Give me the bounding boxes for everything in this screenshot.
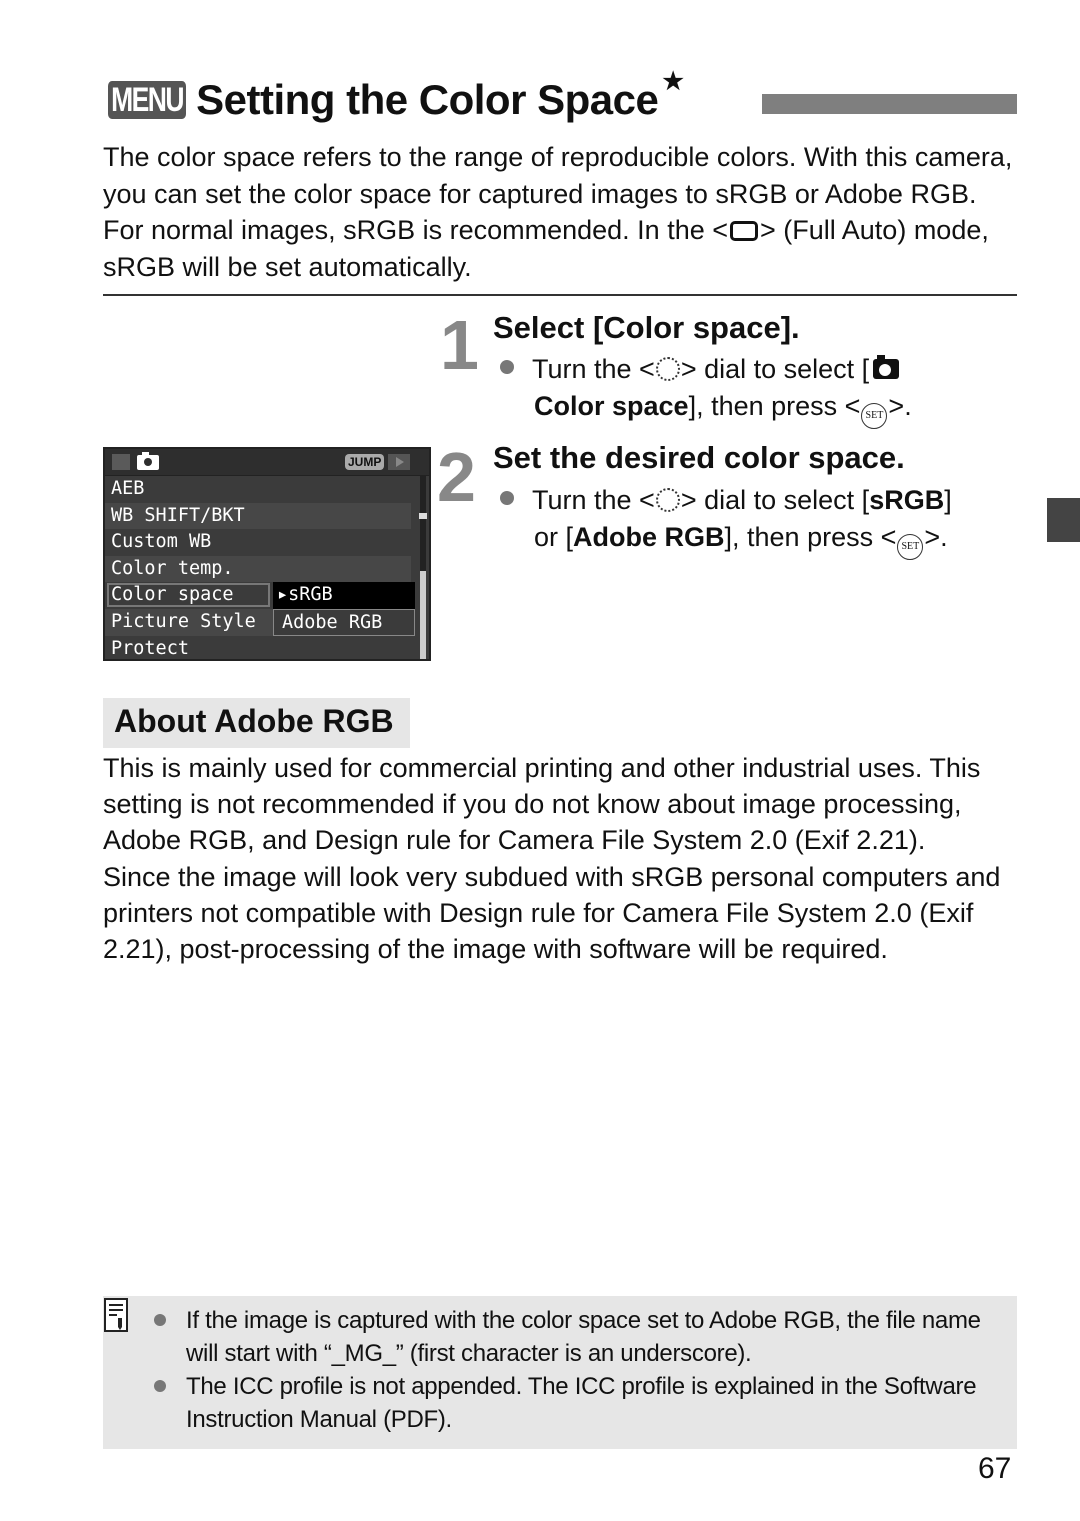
text: > dial to select [ — [680, 354, 870, 384]
step-1-instruction: Turn the < > dial to select [ Color space… — [500, 351, 980, 429]
lcd-item-label: WB SHIFT/BKT — [111, 504, 245, 526]
bullet-icon — [154, 1314, 166, 1326]
tab-indicator-icon — [112, 454, 130, 470]
divider — [103, 294, 1017, 296]
jump-button-icon: JUMP — [345, 454, 385, 470]
bullet-icon — [500, 360, 514, 374]
about-paragraph-2: Since the image will look very subdued w… — [103, 861, 1001, 965]
about-body: This is mainly used for commercial print… — [103, 750, 1023, 967]
main-dial-icon — [655, 488, 680, 512]
lcd-menu-item: WB SHIFT/BKT — [105, 502, 411, 530]
step-title-2: Set the desired color space. — [493, 440, 905, 475]
lcd-menu-item: Protect — [105, 636, 411, 663]
shooting-tab-camera-icon — [137, 452, 159, 470]
star-icon: ★ — [662, 68, 684, 95]
camera-icon — [873, 355, 900, 379]
text: Turn the < — [532, 354, 655, 384]
lcd-menu-item: Custom WB — [105, 529, 411, 556]
lcd-menu-item: Color temp. — [105, 555, 411, 583]
lcd-item-label: Custom WB — [111, 531, 212, 553]
scroll-marker — [419, 513, 427, 519]
bullet-icon — [154, 1380, 166, 1392]
text: > dial to select [ — [680, 485, 870, 515]
step-2-instruction: Turn the < > dial to select [sRGB] or [Ad… — [500, 482, 1020, 560]
selection-highlight — [107, 583, 270, 608]
set-button-icon: SET — [861, 403, 888, 429]
bold-text: Color space — [534, 391, 689, 421]
note-text: The ICC profile is not appended. The ICC… — [186, 1373, 977, 1433]
text: or [ — [534, 522, 574, 552]
lcd-scrollbar — [419, 475, 427, 659]
lcd-tab-bar: JUMP — [105, 449, 429, 476]
note-item: If the image is captured with the color … — [152, 1304, 992, 1370]
text: Turn the < — [532, 485, 655, 515]
lcd-menu-item: Picture Style Adobe RGB — [105, 608, 415, 636]
title-text: Setting the Color Space ★ — [196, 68, 684, 124]
set-button-icon: SET — [897, 534, 924, 560]
step-number-1: 1 — [440, 306, 479, 384]
scroll-thumb — [420, 571, 426, 659]
note-text: If the image is captured with the color … — [186, 1307, 981, 1367]
lcd-menu-item: AEB — [105, 476, 411, 503]
lcd-item-label: Protect — [111, 637, 189, 659]
bold-text: sRGB — [869, 485, 945, 515]
menu-icon: MENU — [108, 81, 187, 119]
step-number-2: 2 — [437, 438, 476, 516]
intro-paragraph: The color space refers to the range of r… — [103, 139, 1023, 285]
chapter-tab-marker — [1047, 498, 1080, 542]
bullet-icon — [500, 491, 514, 505]
title-label: Setting the Color Space — [196, 76, 659, 123]
lcd-menu-item-selected: Color space ▸sRGB — [105, 582, 415, 609]
text: >. — [888, 391, 912, 421]
main-dial-icon — [655, 357, 680, 381]
memo-icon — [104, 1298, 128, 1332]
lcd-item-label: AEB — [111, 478, 145, 499]
lcd-item-label: Picture Style — [111, 610, 256, 632]
title-decoration-bar — [762, 94, 1017, 114]
full-auto-icon — [730, 221, 758, 241]
lcd-option: Adobe RGB — [273, 608, 415, 636]
text: ], then press < — [688, 391, 861, 421]
note-item: The ICC profile is not appended. The ICC… — [152, 1370, 992, 1436]
camera-menu-screenshot: JUMP AEB WB SHIFT/BKT Custom WB Color te… — [103, 447, 431, 661]
page-title: MENU Setting the Color Space ★ — [108, 68, 684, 126]
note-list: If the image is captured with the color … — [152, 1304, 992, 1436]
lcd-option-selected: ▸sRGB — [273, 582, 415, 609]
text: ], then press < — [724, 522, 897, 552]
lcd-item-label: Color temp. — [111, 557, 234, 579]
playback-tab-icon — [388, 454, 410, 470]
bold-text: Adobe RGB — [573, 522, 725, 552]
page-number: 67 — [978, 1452, 1012, 1485]
about-paragraph-1: This is mainly used for commercial print… — [103, 753, 981, 856]
about-heading: About Adobe RGB — [103, 698, 410, 748]
step-title-1: Select [Color space]. — [493, 310, 800, 345]
text: >. — [924, 522, 948, 552]
